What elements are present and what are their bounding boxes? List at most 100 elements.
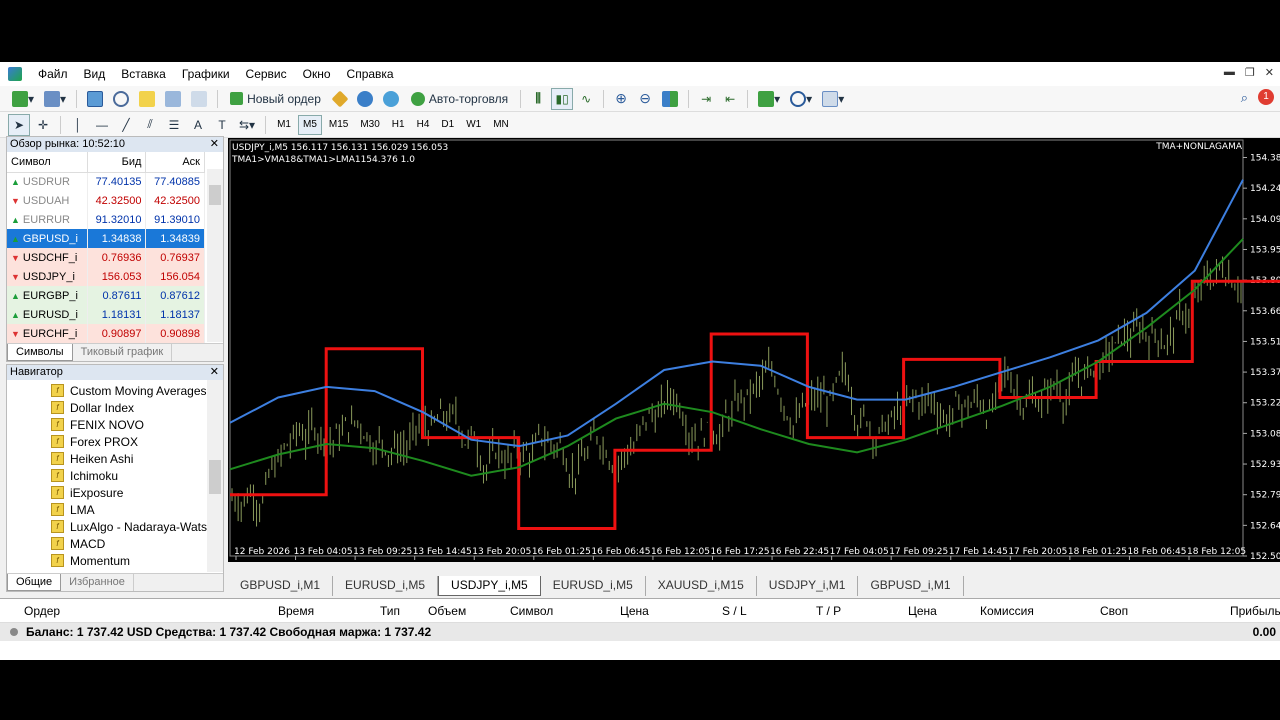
column-header[interactable]: T / P [816, 604, 841, 618]
table-row[interactable]: ▲ GBPUSD_i 1.34838 1.34839 [7, 229, 205, 248]
navigator-toggle[interactable] [135, 88, 159, 110]
indicators-button[interactable]: ▾ [754, 88, 784, 110]
minimize-icon[interactable]: ▬ [1224, 66, 1235, 79]
table-row[interactable]: ▼ USDJPY_i 156.053 156.054 [7, 267, 205, 286]
timeframe-d1[interactable]: D1 [436, 115, 459, 135]
chart-shift-button[interactable]: ⇥ [695, 88, 717, 110]
table-row[interactable]: ▲ EURUSD_i 1.18131 1.18137 [7, 305, 205, 324]
menu-file[interactable]: Файл [30, 62, 76, 86]
tile-windows-button[interactable] [658, 88, 682, 110]
table-row[interactable]: ▲ USDRUR 77.40135 77.40885 [7, 172, 205, 191]
col-symbol[interactable]: Символ [7, 152, 88, 173]
chart-tab[interactable]: USDJPY_i,M1 [757, 576, 859, 596]
column-header[interactable]: Цена [620, 604, 649, 618]
market-watch-scrollbar[interactable] [207, 169, 223, 342]
restore-icon[interactable]: ❐ [1245, 66, 1255, 79]
bar-chart-button[interactable]: ⫼ [527, 88, 549, 110]
vertical-line-button[interactable]: │ [67, 114, 89, 136]
menu-view[interactable]: Вид [76, 62, 114, 86]
navigator-item[interactable]: f Custom Moving Averages [51, 382, 207, 399]
column-header[interactable]: S / L [722, 604, 747, 618]
close-icon[interactable]: ✕ [210, 137, 219, 152]
tab-symbols[interactable]: Символы [7, 344, 73, 361]
table-row[interactable]: ▼ EURCHF_i 0.90897 0.90898 [7, 324, 205, 343]
navigator-item[interactable]: f Ichimoku [51, 467, 207, 484]
timeframe-m30[interactable]: M30 [355, 115, 384, 135]
timeframe-m15[interactable]: M15 [324, 115, 353, 135]
chart-canvas[interactable]: 154.385154.240154.095153.950153.805153.6… [228, 138, 1280, 562]
zoom-in-button[interactable]: ⊕ [610, 88, 632, 110]
channel-button[interactable]: ⫽ [139, 114, 161, 136]
label-button[interactable]: T [211, 114, 233, 136]
column-header[interactable]: Своп [1100, 604, 1128, 618]
crosshair-button[interactable]: ✛ [32, 114, 54, 136]
table-row[interactable]: ▲ EURGBP_i 0.87611 0.87612 [7, 286, 205, 305]
column-header[interactable]: Объем [428, 604, 466, 618]
column-header[interactable]: Время [278, 604, 314, 618]
search-icon[interactable]: ⌕ [1241, 90, 1248, 106]
column-header[interactable]: Тип [380, 604, 400, 618]
navigator-item[interactable]: f Dollar Index [51, 399, 207, 416]
shapes-button[interactable]: ⇆▾ [235, 114, 259, 136]
tab-common[interactable]: Общие [7, 574, 62, 591]
scroll-thumb[interactable] [209, 460, 221, 494]
chart-tab[interactable]: GBPUSD_i,M1 [228, 576, 334, 596]
menu-insert[interactable]: Вставка [113, 62, 174, 86]
market-watch-toggle[interactable] [83, 88, 107, 110]
timeframe-w1[interactable]: W1 [461, 115, 486, 135]
close-icon[interactable]: ✕ [210, 365, 219, 380]
timeframe-m5[interactable]: M5 [297, 114, 322, 135]
templates-button[interactable]: ▾ [818, 88, 848, 110]
scroll-thumb[interactable] [209, 185, 221, 205]
navigator-item[interactable]: f iExposure [51, 484, 207, 501]
tab-favorites[interactable]: Избранное [61, 574, 134, 591]
chart-tab[interactable]: GBPUSD_i,M1 [858, 576, 964, 596]
profiles-button[interactable]: ▾ [40, 88, 70, 110]
close-icon[interactable]: ✕ [1265, 66, 1274, 79]
chart-tab[interactable]: EURUSD_i,M5 [333, 576, 439, 596]
navigator-item[interactable]: f Momentum [51, 552, 207, 569]
col-ask[interactable]: Аск [145, 152, 205, 173]
auto-trading-button[interactable]: Авто-торговля [405, 88, 514, 110]
chart-tab[interactable]: XAUUSD_i,M15 [646, 576, 757, 596]
cursor-button[interactable]: ➤ [8, 113, 30, 136]
navigator-item[interactable]: f Forex PROX [51, 433, 207, 450]
price-chart[interactable]: 154.385154.240154.095153.950153.805153.6… [228, 138, 1280, 562]
horizontal-line-button[interactable]: — [91, 114, 113, 136]
column-header[interactable]: Символ [510, 604, 553, 618]
navigator-item[interactable]: f LMA [51, 501, 207, 518]
new-order-button[interactable]: Новый ордер [224, 88, 327, 110]
tester-toggle[interactable] [187, 88, 211, 110]
terminal-toggle[interactable] [161, 88, 185, 110]
menu-tools[interactable]: Сервис [238, 62, 295, 86]
table-row[interactable]: ▼ USDCHF_i 0.76936 0.76937 [7, 248, 205, 267]
column-header[interactable]: Прибыль [1230, 604, 1280, 618]
tab-tick-chart[interactable]: Тиковый график [73, 344, 173, 361]
menu-help[interactable]: Справка [339, 62, 402, 86]
timeframe-h1[interactable]: H1 [387, 115, 410, 135]
navigator-scrollbar[interactable] [207, 380, 223, 572]
chart-tab[interactable]: EURUSD_i,M5 [541, 576, 646, 596]
column-header[interactable]: Ордер [24, 604, 60, 618]
chart-tab[interactable]: USDJPY_i,M5 [438, 576, 541, 596]
timeframe-m1[interactable]: M1 [272, 115, 296, 135]
column-header[interactable]: Комиссия [980, 604, 1034, 618]
autoscroll-button[interactable]: ⇤ [719, 88, 741, 110]
notifications-badge[interactable]: 1 [1258, 89, 1274, 105]
navigator-item[interactable]: f MACD [51, 535, 207, 552]
timeframe-mn[interactable]: MN [488, 115, 514, 135]
zoom-out-button[interactable]: ⊖ [634, 88, 656, 110]
menu-window[interactable]: Окно [295, 62, 339, 86]
timeframe-h4[interactable]: H4 [412, 115, 435, 135]
metaeditor-button[interactable] [329, 88, 351, 110]
text-button[interactable]: A [187, 114, 209, 136]
line-chart-button[interactable]: ∿ [575, 88, 597, 110]
navigator-item[interactable]: f LuxAlgo - Nadaraya-Watson [51, 518, 207, 535]
navigator-item[interactable]: f Heiken Ashi [51, 450, 207, 467]
menu-charts[interactable]: Графики [174, 62, 238, 86]
candlestick-button[interactable]: ▮▯ [551, 87, 574, 110]
market-button[interactable] [379, 88, 403, 110]
signals-button[interactable] [353, 88, 377, 110]
periods-button[interactable]: ▾ [786, 88, 816, 110]
table-row[interactable]: ▼ USDUAH 42.32500 42.32500 [7, 191, 205, 210]
